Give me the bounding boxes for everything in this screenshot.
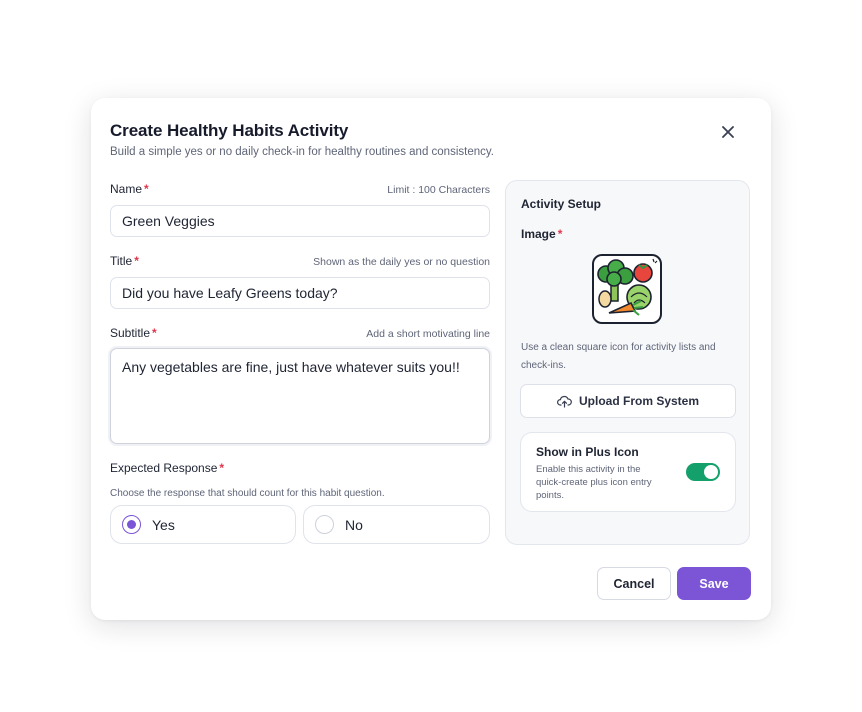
response-option-label: No bbox=[345, 516, 363, 533]
response-option-no[interactable]: No bbox=[303, 505, 490, 544]
subtitle-label: Subtitle * bbox=[110, 326, 157, 340]
image-label: Image * bbox=[521, 227, 563, 241]
response-option-yes[interactable]: Yes bbox=[110, 505, 296, 544]
name-label: Name * bbox=[110, 182, 149, 196]
title-input[interactable] bbox=[110, 277, 490, 309]
create-activity-dialog: Create Healthy Habits Activity Build a s… bbox=[91, 98, 771, 620]
setup-title: Activity Setup bbox=[521, 197, 602, 211]
title-label: Title * bbox=[110, 254, 139, 268]
required-mark: * bbox=[134, 254, 139, 268]
dialog-subtitle: Build a simple yes or no daily check-in … bbox=[110, 146, 494, 158]
plus-icon-title: Show in Plus Icon bbox=[536, 445, 639, 459]
dialog-title: Create Healthy Habits Activity bbox=[110, 121, 349, 140]
expected-response-description: Choose the response that should count fo… bbox=[110, 488, 385, 499]
show-in-plus-icon-card: Show in Plus Icon Enable this activity i… bbox=[520, 432, 736, 512]
name-hint: Limit : 100 Characters bbox=[387, 184, 490, 196]
toggle-knob bbox=[704, 465, 718, 479]
activity-setup-panel: Activity Setup Image * Use a clean squar… bbox=[505, 180, 750, 545]
radio-unchecked-icon bbox=[315, 515, 334, 534]
cloud-upload-icon bbox=[557, 395, 572, 408]
title-hint: Shown as the daily yes or no question bbox=[313, 256, 490, 268]
subtitle-hint: Add a short motivating line bbox=[366, 328, 490, 340]
expected-response-label: Expected Response * bbox=[110, 461, 225, 475]
vegetables-icon bbox=[589, 251, 665, 327]
close-icon bbox=[722, 126, 734, 138]
show-in-plus-icon-toggle[interactable] bbox=[686, 463, 720, 481]
radio-checked-icon bbox=[122, 515, 141, 534]
name-input[interactable] bbox=[110, 205, 490, 237]
required-mark: * bbox=[144, 182, 149, 196]
upload-label: Upload From System bbox=[578, 394, 700, 408]
close-button[interactable] bbox=[718, 122, 738, 142]
subtitle-textarea[interactable]: Any vegetables are fine, just have whate… bbox=[110, 348, 490, 444]
required-mark: * bbox=[152, 326, 157, 340]
plus-icon-description: Enable this activity in the quick-create… bbox=[536, 464, 652, 501]
upload-from-system-button[interactable]: Upload From System bbox=[520, 384, 736, 418]
required-mark: * bbox=[557, 227, 563, 241]
required-mark: * bbox=[219, 461, 225, 475]
cancel-button[interactable]: Cancel bbox=[597, 567, 671, 600]
save-button[interactable]: Save bbox=[677, 567, 751, 600]
response-option-label: Yes bbox=[152, 516, 175, 533]
image-hint: Use a clean square icon for activity lis… bbox=[521, 342, 716, 371]
